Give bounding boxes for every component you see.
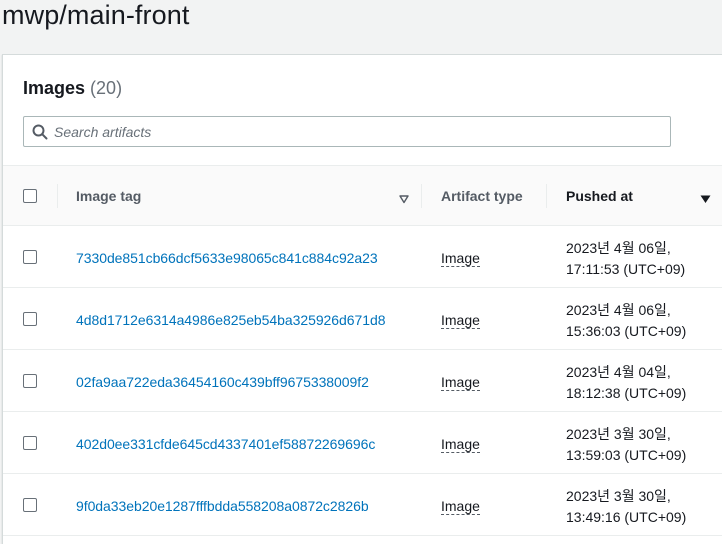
row-checkbox[interactable] bbox=[23, 436, 37, 450]
pushed-at: 2023년 3월 30일, 13:59:03 (UTC+09) bbox=[566, 424, 686, 466]
column-label-artifact-type: Artifact type bbox=[441, 188, 523, 204]
pushed-at: 2023년 4월 06일, 17:11:53 (UTC+09) bbox=[566, 238, 685, 280]
column-label-pushed-at: Pushed at bbox=[566, 188, 633, 204]
images-panel-title: Images bbox=[23, 78, 86, 98]
search-input[interactable] bbox=[54, 117, 654, 146]
pushed-time: 13:49:16 (UTC+09) bbox=[566, 509, 687, 525]
images-panel-header: Images (20) bbox=[23, 77, 122, 99]
table-row: 9f0da33eb20e1287fffbdda558208a0872c2826b… bbox=[3, 474, 722, 536]
artifact-type: Image bbox=[441, 374, 480, 391]
artifact-type: Image bbox=[441, 312, 480, 329]
image-tag-link[interactable]: 402d0ee331cfde645cd4337401ef58872269696c bbox=[76, 436, 375, 452]
row-checkbox[interactable] bbox=[23, 498, 37, 512]
artifact-type: Image bbox=[441, 250, 480, 267]
pushed-at: 2023년 4월 06일, 15:36:03 (UTC+09) bbox=[566, 300, 686, 342]
image-tag-link[interactable]: 4d8d1712e6314a4986e825eb54ba325926d671d8 bbox=[76, 312, 386, 328]
images-table: Image tag Artifact type Pushed at 7330de… bbox=[3, 165, 722, 536]
pushed-date: 2023년 3월 30일, bbox=[566, 426, 671, 442]
caret-down-outline-icon bbox=[399, 191, 409, 207]
search-box[interactable] bbox=[23, 116, 671, 147]
pushed-time: 18:12:38 (UTC+09) bbox=[566, 385, 687, 401]
pushed-date: 2023년 4월 06일, bbox=[566, 240, 671, 256]
pushed-time: 15:36:03 (UTC+09) bbox=[566, 323, 687, 339]
select-all-cell bbox=[23, 166, 37, 226]
column-header-pushed-at[interactable]: Pushed at bbox=[546, 166, 721, 226]
caret-down-filled-icon bbox=[700, 191, 711, 207]
pushed-date: 2023년 4월 06일, bbox=[566, 302, 671, 318]
table-row: 7330de851cb66dcf5633e98065c841c884c92a23… bbox=[3, 226, 722, 288]
column-header-image-tag[interactable]: Image tag bbox=[57, 166, 421, 226]
row-checkbox[interactable] bbox=[23, 374, 37, 388]
pushed-date: 2023년 4월 04일, bbox=[566, 364, 671, 380]
row-checkbox[interactable] bbox=[23, 312, 37, 326]
image-tag-link[interactable]: 9f0da33eb20e1287fffbdda558208a0872c2826b bbox=[76, 498, 369, 514]
images-count: (20) bbox=[90, 78, 123, 98]
select-all-checkbox[interactable] bbox=[23, 189, 37, 203]
pushed-time: 13:59:03 (UTC+09) bbox=[566, 447, 687, 463]
repository-title: mwp/main-front bbox=[2, 0, 190, 30]
artifact-type: Image bbox=[441, 498, 480, 515]
pushed-at: 2023년 4월 04일, 18:12:38 (UTC+09) bbox=[566, 362, 686, 404]
table-row: 02fa9aa722eda36454160c439bff9675338009f2… bbox=[3, 350, 722, 412]
image-tag-link[interactable]: 02fa9aa722eda36454160c439bff9675338009f2 bbox=[76, 374, 369, 390]
pushed-date: 2023년 3월 30일, bbox=[566, 488, 671, 504]
images-panel: Images(20) Image tag Artifact type bbox=[2, 54, 722, 544]
table-row: 4d8d1712e6314a4986e825eb54ba325926d671d8… bbox=[3, 288, 722, 350]
column-label-image-tag: Image tag bbox=[76, 188, 142, 204]
row-checkbox[interactable] bbox=[23, 250, 37, 264]
pushed-at: 2023년 3월 30일, 13:49:16 (UTC+09) bbox=[566, 486, 686, 528]
artifact-type: Image bbox=[441, 436, 480, 453]
image-tag-link[interactable]: 7330de851cb66dcf5633e98065c841c884c92a23 bbox=[76, 250, 378, 266]
table-row: 402d0ee331cfde645cd4337401ef58872269696c… bbox=[3, 412, 722, 474]
column-header-artifact-type: Artifact type bbox=[421, 166, 546, 226]
search-icon bbox=[32, 124, 48, 140]
pushed-time: 17:11:53 (UTC+09) bbox=[566, 261, 686, 277]
table-header: Image tag Artifact type Pushed at bbox=[3, 166, 722, 226]
